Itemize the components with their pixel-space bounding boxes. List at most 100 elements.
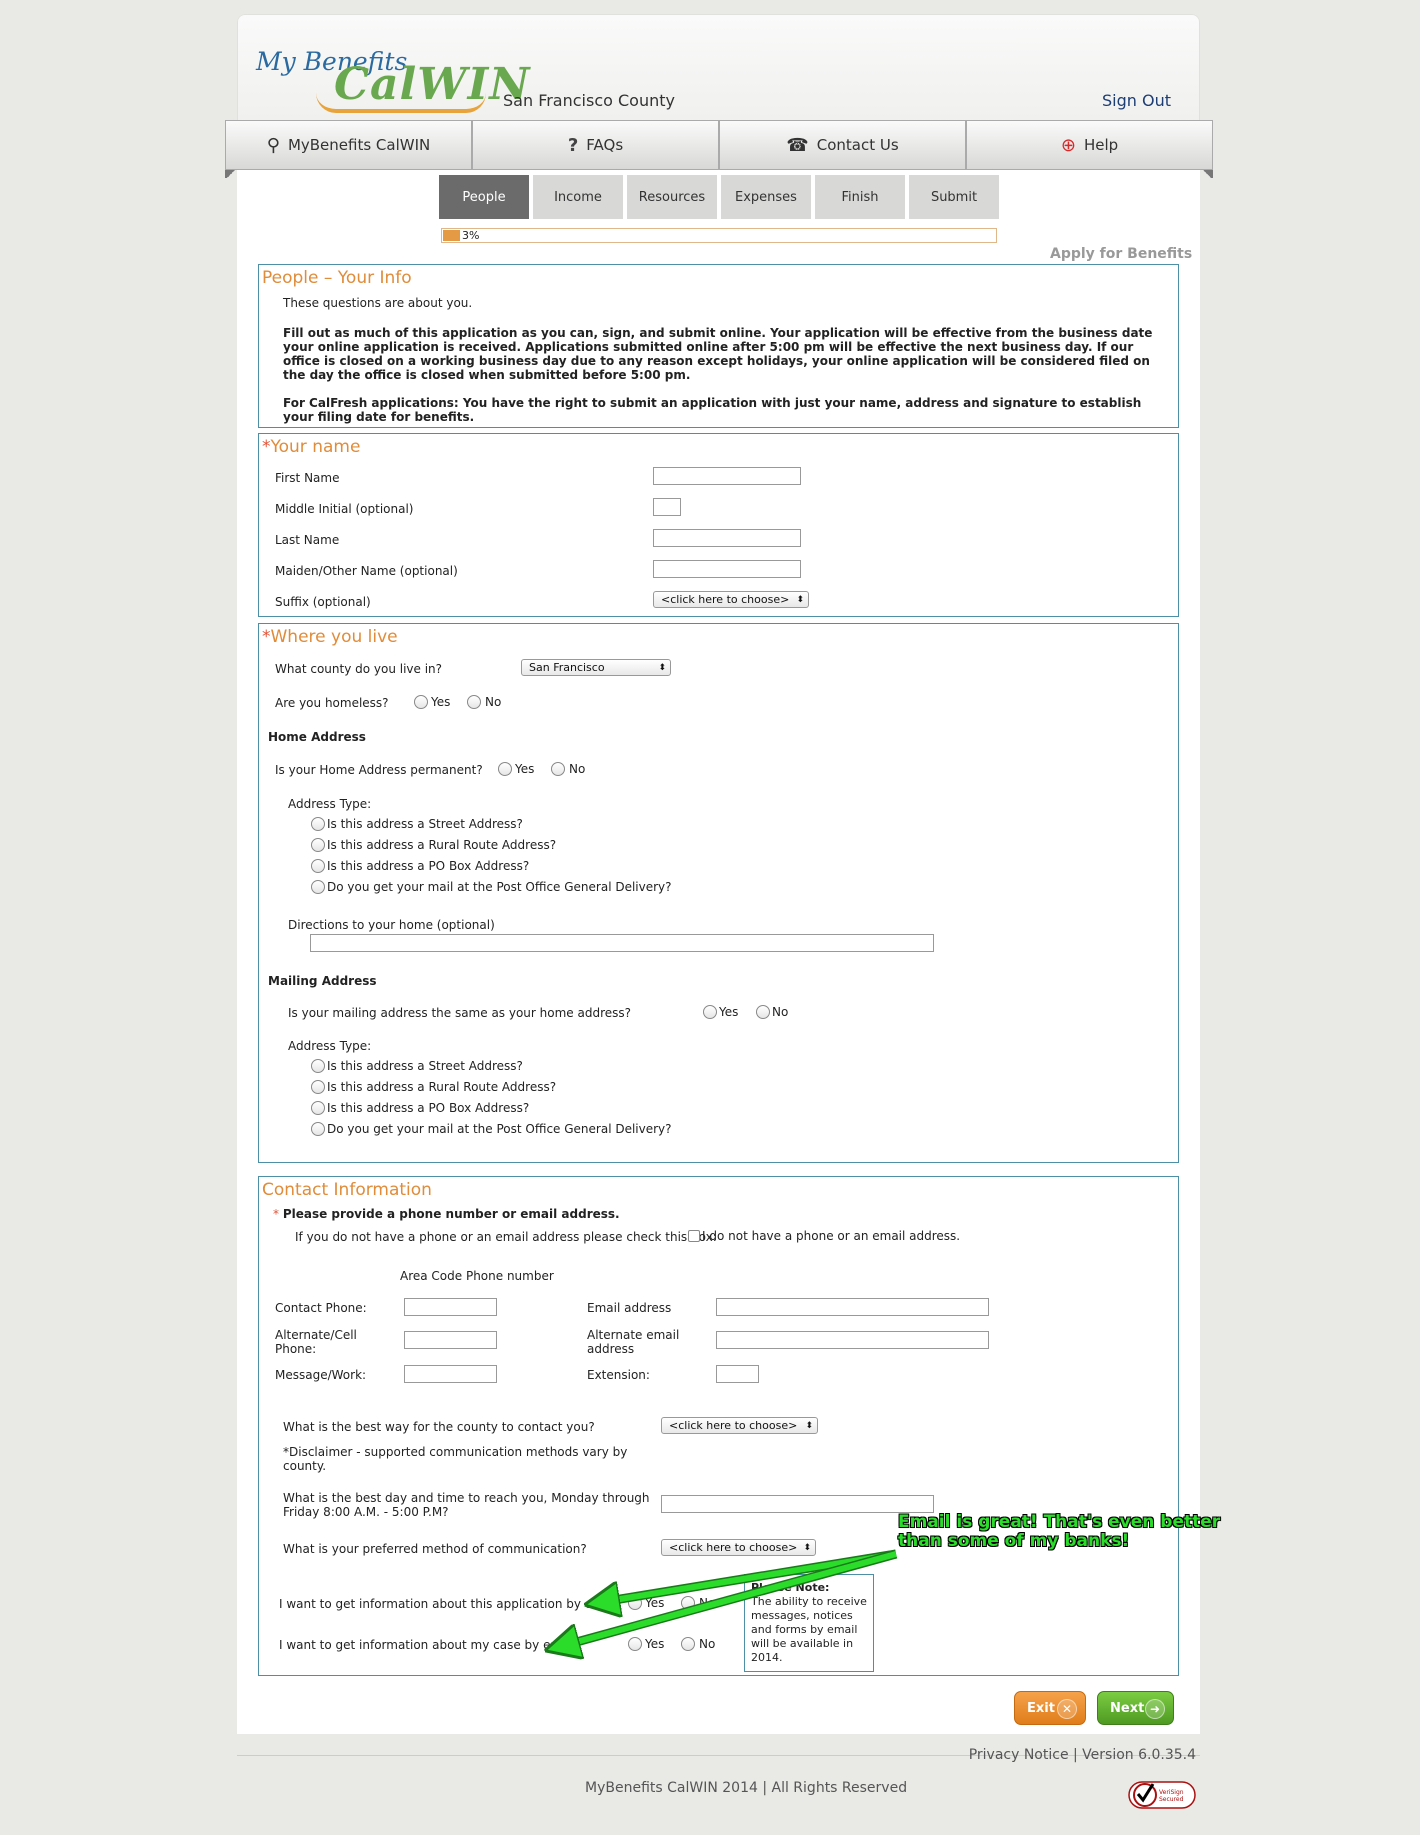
extension-input[interactable] [716, 1365, 759, 1383]
apply-for-benefits-label: Apply for Benefits [1050, 246, 1193, 262]
logo-swoosh [316, 93, 486, 113]
last-name-input[interactable] [653, 529, 801, 547]
nav-faqs[interactable]: ? FAQs [472, 120, 719, 170]
section-your-info: People – Your Info These questions are a… [258, 264, 1179, 428]
verisign-secured-badge[interactable]: VeriSign Secured [1128, 1776, 1196, 1810]
contact-phone-label: Contact Phone: [275, 1301, 367, 1315]
tab-submit[interactable]: Submit [909, 175, 999, 219]
mail-street-radio[interactable] [311, 1059, 325, 1073]
mail-pobox-radio[interactable] [311, 1101, 325, 1115]
maiden-name-input[interactable] [653, 560, 801, 578]
section-title: *Where you live [262, 627, 398, 647]
section-title: People – Your Info [262, 268, 412, 288]
nav-mybenefits-calwin[interactable]: ⚲ MyBenefits CalWIN [225, 120, 472, 170]
search-icon: ⚲ [266, 134, 280, 156]
mybenefits-calwin-logo[interactable]: My Benefits CalWIN [256, 33, 529, 123]
best-way-select[interactable]: <click here to choose> [661, 1417, 818, 1434]
exit-button[interactable]: Exit ✕ [1014, 1691, 1086, 1725]
disclaimer-line-1: *Disclaimer - supported communication me… [283, 1445, 628, 1459]
mail-pobox-label: Is this address a PO Box Address? [327, 1101, 530, 1115]
mail-rural-radio[interactable] [311, 1080, 325, 1094]
alt-email-label-2: address [587, 1342, 635, 1356]
email-input[interactable] [716, 1298, 989, 1316]
permanent-no-radio[interactable] [551, 762, 565, 776]
question-icon: ? [567, 134, 579, 156]
annotation-line-2: than some of my banks! [898, 1531, 1130, 1551]
no-phone-label: I do not have a phone or an email addres… [702, 1229, 961, 1243]
home-general-delivery-radio[interactable] [311, 880, 325, 894]
best-time-input[interactable] [661, 1495, 934, 1513]
home-address-type-label: Address Type: [288, 797, 372, 811]
home-general-delivery-label: Do you get your mail at the Post Office … [327, 880, 672, 894]
tab-income[interactable]: Income [533, 175, 623, 219]
directions-input[interactable] [310, 934, 934, 952]
alt-email-label-1: Alternate email [587, 1328, 680, 1342]
mail-general-delivery-radio[interactable] [311, 1122, 325, 1136]
permanent-question: Is your Home Address permanent? [275, 763, 483, 777]
homeless-no-radio[interactable] [467, 695, 481, 709]
homeless-question: Are you homeless? [275, 696, 389, 710]
info-case-email-question: I want to get information about my case … [279, 1638, 577, 1652]
next-button[interactable]: Next ➜ [1097, 1691, 1174, 1725]
home-street-radio[interactable] [311, 817, 325, 831]
best-time-question-2: Friday 8:00 A.M. - 5:00 P.M? [283, 1505, 449, 1519]
homeless-yes-radio[interactable] [414, 695, 428, 709]
mailing-address-heading: Mailing Address [268, 974, 377, 988]
provide-contact-text: * Please provide a phone number or email… [273, 1207, 620, 1221]
alt-phone-label-2: Phone: [275, 1342, 317, 1356]
message-work-input[interactable] [404, 1365, 497, 1383]
mailing-same-yes-radio[interactable] [703, 1005, 717, 1019]
first-name-input[interactable] [653, 467, 801, 485]
lifebuoy-icon: ⊕ [1060, 134, 1076, 156]
tab-people[interactable]: People [439, 175, 529, 219]
permanent-yes-radio[interactable] [498, 762, 512, 776]
no-phone-checkbox[interactable] [688, 1230, 700, 1242]
arrow-right-icon: ➜ [1145, 1699, 1165, 1719]
county-name: San Francisco County [503, 91, 675, 110]
area-code-header: Area Code Phone number [400, 1269, 554, 1283]
required-star: * [273, 1207, 283, 1221]
mailing-same-question: Is your mailing address the same as your… [288, 1006, 632, 1020]
best-way-question: What is the best way for the county to c… [283, 1420, 595, 1434]
nav-help[interactable]: ⊕ Help [966, 120, 1213, 170]
section-where-you-live: *Where you live What county do you live … [258, 623, 1179, 1163]
provide-contact-label: Please provide a phone number or email a… [282, 1207, 620, 1221]
nav-contact-us[interactable]: ☎ Contact Us [719, 120, 966, 170]
phone-icon: ☎ [786, 134, 809, 156]
county-select[interactable]: San Francisco [521, 659, 671, 676]
mail-general-delivery-label: Do you get your mail at the Post Office … [327, 1122, 672, 1136]
privacy-version-text[interactable]: Privacy Notice | Version 6.0.35.4 [969, 1747, 1196, 1763]
home-pobox-label: Is this address a PO Box Address? [327, 859, 530, 873]
svg-text:Secured: Secured [1159, 1796, 1184, 1803]
alt-phone-input[interactable] [404, 1331, 497, 1349]
sign-out-link[interactable]: Sign Out [1102, 91, 1171, 110]
tab-resources[interactable]: Resources [627, 175, 717, 219]
header: My Benefits CalWIN San Francisco County … [237, 14, 1200, 122]
section-title-text: Your name [270, 437, 361, 457]
section-title: *Your name [262, 437, 360, 457]
nav-ribbon-left [225, 170, 237, 178]
home-address-heading: Home Address [268, 730, 366, 744]
middle-initial-input[interactable] [653, 498, 681, 516]
main-nav: ⚲ MyBenefits CalWIN ? FAQs ☎ Contact Us … [225, 120, 1213, 170]
home-rural-label: Is this address a Rural Route Address? [327, 838, 557, 852]
message-work-label: Message/Work: [275, 1368, 367, 1382]
section-title-text: Where you live [270, 627, 398, 647]
no-phone-question: If you do not have a phone or an email a… [295, 1230, 717, 1244]
close-icon: ✕ [1057, 1699, 1077, 1719]
home-pobox-radio[interactable] [311, 859, 325, 873]
nav-label: FAQs [586, 136, 624, 154]
homeless-no-label: No [485, 695, 502, 709]
maiden-name-label: Maiden/Other Name (optional) [275, 564, 458, 578]
tab-finish[interactable]: Finish [815, 175, 905, 219]
suffix-select[interactable]: <click here to choose> [653, 591, 809, 608]
tab-expenses[interactable]: Expenses [721, 175, 811, 219]
permanent-yes-label: Yes [515, 762, 535, 776]
verisign-seal: VeriSign Secured [1128, 1781, 1196, 1809]
contact-phone-input[interactable] [404, 1298, 497, 1316]
alt-email-input[interactable] [716, 1331, 989, 1349]
nav-label: Contact Us [816, 136, 899, 154]
calfresh-paragraph: For CalFresh applications: You have the … [283, 396, 1142, 424]
home-rural-radio[interactable] [311, 838, 325, 852]
mailing-same-no-radio[interactable] [756, 1005, 770, 1019]
